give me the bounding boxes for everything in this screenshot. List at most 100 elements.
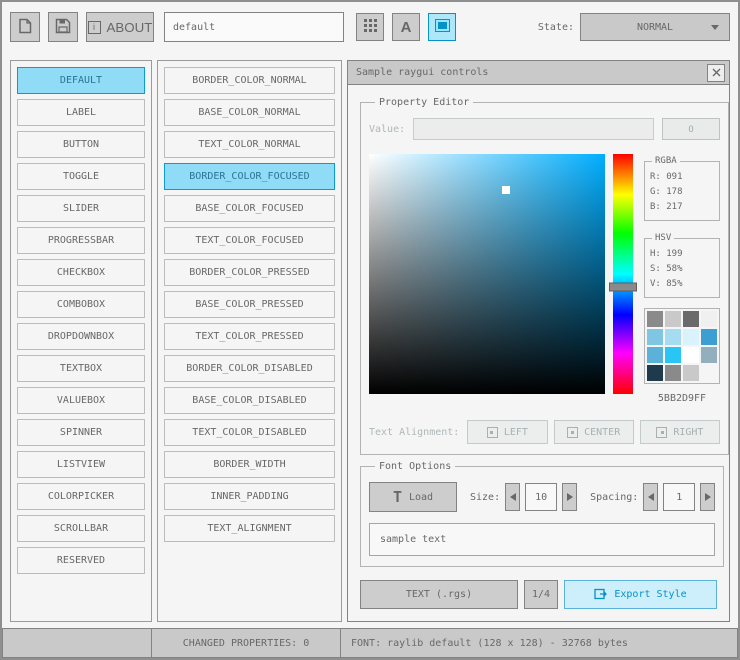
controls-list-item[interactable]: RESERVED [17, 547, 145, 574]
font-mode-button[interactable]: A [392, 13, 420, 41]
palette-swatch[interactable] [683, 311, 699, 327]
hue-slider[interactable] [609, 154, 637, 394]
arrow-right-icon [566, 493, 573, 501]
controls-list-item[interactable]: COLORPICKER [17, 483, 145, 510]
arrow-left-icon [647, 493, 654, 501]
align-center-icon [567, 426, 579, 438]
properties-list-item[interactable]: INNER_PADDING [164, 483, 335, 510]
hsv-h-value: H: 199 [650, 249, 683, 259]
size-label: Size: [470, 491, 501, 503]
controls-list-item[interactable]: BUTTON [17, 131, 145, 158]
value-input[interactable] [413, 118, 654, 140]
window-titlebar[interactable]: Sample raygui controls [348, 61, 729, 85]
about-button[interactable]: i ABOUT [86, 12, 154, 42]
close-button[interactable] [707, 63, 725, 82]
save-style-button[interactable] [48, 12, 78, 42]
grid-mode-button[interactable] [356, 13, 384, 41]
palette-swatch[interactable] [647, 311, 663, 327]
properties-list-item[interactable]: TEXT_COLOR_DISABLED [164, 419, 335, 446]
statusbar-changed-properties: CHANGED PROPERTIES: 0 [151, 628, 341, 658]
align-center-button[interactable]: CENTER [553, 420, 634, 444]
controls-list-item[interactable]: DROPDOWNBOX [17, 323, 145, 350]
rguistyler-window: i ABOUT A State: NORMAL DEFAULT LABEL [0, 0, 740, 660]
controls-list-item[interactable]: SPINNER [17, 419, 145, 446]
properties-list-item[interactable]: BASE_COLOR_NORMAL [164, 99, 335, 126]
palette-swatch[interactable] [683, 365, 699, 381]
spacing-decrease-button[interactable] [643, 483, 659, 511]
palette-swatch[interactable] [647, 365, 663, 381]
rgba-group: RGBA R: 091 G: 178 B: 217 [644, 156, 720, 221]
palette-swatch[interactable] [701, 329, 717, 345]
export-format-button[interactable]: TEXT (.rgs) [360, 580, 518, 609]
palette-swatch[interactable] [665, 329, 681, 345]
palette-swatch[interactable] [701, 347, 717, 363]
properties-list-item[interactable]: TEXT_COLOR_PRESSED [164, 323, 335, 350]
rgba-b-value: B: 217 [650, 202, 683, 212]
style-name-input[interactable] [164, 12, 344, 42]
palette-swatch[interactable] [701, 311, 717, 327]
align-left-button[interactable]: LEFT [467, 420, 548, 444]
controls-list-item[interactable]: SLIDER [17, 195, 145, 222]
rgba-label: RGBA [655, 156, 677, 166]
load-font-label: Load [408, 491, 434, 503]
properties-list-item[interactable]: BORDER_COLOR_DISABLED [164, 355, 335, 382]
palette-swatch[interactable] [683, 347, 699, 363]
controls-list-item[interactable]: TOGGLE [17, 163, 145, 190]
load-font-button[interactable]: T Load [369, 482, 457, 512]
spacing-increase-button[interactable] [700, 483, 716, 511]
align-right-icon [656, 426, 668, 438]
new-file-button[interactable] [10, 12, 40, 42]
window-title: Sample raygui controls [356, 67, 489, 78]
font-a-icon: A [400, 18, 412, 36]
state-dropdown[interactable]: NORMAL [580, 13, 730, 41]
saturation-value-panel[interactable] [369, 154, 605, 394]
align-right-button[interactable]: RIGHT [639, 420, 721, 444]
properties-list-item[interactable]: BORDER_WIDTH [164, 451, 335, 478]
toolbar: i ABOUT A State: NORMAL [2, 2, 738, 52]
palette-swatch[interactable] [665, 365, 681, 381]
palette-swatch[interactable] [701, 365, 717, 381]
color-selector-marker[interactable] [501, 186, 510, 194]
properties-list-item[interactable]: TEXT_COLOR_FOCUSED [164, 227, 335, 254]
controls-list: DEFAULT LABEL BUTTON TOGGLE SLIDER PROGR… [10, 60, 152, 622]
value-spinner-button[interactable]: 0 [662, 118, 720, 140]
controls-list-item[interactable]: SCROLLBAR [17, 515, 145, 542]
palette-swatch[interactable] [647, 329, 663, 345]
properties-list-item[interactable]: TEXT_COLOR_NORMAL [164, 131, 335, 158]
controls-list-item[interactable]: LISTVIEW [17, 451, 145, 478]
hex-color-value: 5BB2D9FF [657, 393, 707, 404]
sample-text-box[interactable]: sample text [369, 523, 716, 556]
property-editor-label: Property Editor [379, 97, 470, 108]
export-style-button[interactable]: Export Style [564, 580, 717, 609]
properties-list-item[interactable]: BASE_COLOR_PRESSED [164, 291, 335, 318]
properties-list-item[interactable]: BORDER_COLOR_PRESSED [164, 259, 335, 286]
properties-list-item[interactable]: BORDER_COLOR_FOCUSED [164, 163, 335, 190]
palette-swatch[interactable] [665, 311, 681, 327]
palette-swatch[interactable] [683, 329, 699, 345]
close-icon [712, 65, 721, 80]
hue-slider-handle[interactable] [609, 282, 637, 292]
controls-list-item[interactable]: PROGRESSBAR [17, 227, 145, 254]
palette-swatch[interactable] [647, 347, 663, 363]
properties-list-item[interactable]: TEXT_ALIGNMENT [164, 515, 335, 542]
export-icon [594, 587, 608, 603]
controls-list-item[interactable]: COMBOBOX [17, 291, 145, 318]
grid-icon [363, 19, 377, 35]
properties-list-item[interactable]: BASE_COLOR_DISABLED [164, 387, 335, 414]
format-page-button[interactable]: 1/4 [524, 580, 558, 609]
size-decrease-button[interactable] [505, 483, 521, 511]
spacing-label: Spacing: [590, 491, 639, 503]
controls-list-item[interactable]: DEFAULT [17, 67, 145, 94]
statusbar: CHANGED PROPERTIES: 0 FONT: raylib defau… [2, 628, 738, 658]
statusbar-font-info: FONT: raylib default (128 x 128) - 32768… [340, 628, 738, 658]
properties-list-item[interactable]: BASE_COLOR_FOCUSED [164, 195, 335, 222]
window-body: Property Editor Value: 0 RGBA R: 091 G: … [348, 85, 729, 621]
controls-list-item[interactable]: LABEL [17, 99, 145, 126]
size-increase-button[interactable] [562, 483, 578, 511]
controls-list-item[interactable]: CHECKBOX [17, 259, 145, 286]
controls-list-item[interactable]: TEXTBOX [17, 355, 145, 382]
color-mode-button[interactable] [428, 13, 456, 41]
properties-list-item[interactable]: BORDER_COLOR_NORMAL [164, 67, 335, 94]
palette-swatch[interactable] [665, 347, 681, 363]
controls-list-item[interactable]: VALUEBOX [17, 387, 145, 414]
